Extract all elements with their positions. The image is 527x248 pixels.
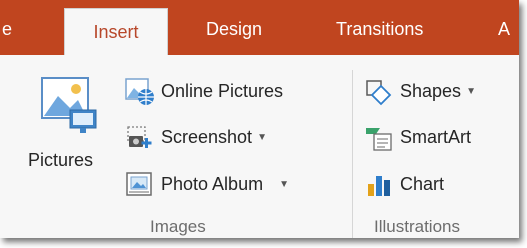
smartart-button[interactable]: SmartArt: [364, 122, 471, 152]
screenshot-button[interactable]: Screenshot ▼: [125, 122, 267, 152]
chart-button[interactable]: Chart: [364, 169, 444, 199]
illustrations-group-label: Illustrations: [374, 217, 460, 236]
screenshot-dropdown-icon[interactable]: ▼: [257, 132, 267, 143]
shapes-icon: [366, 80, 392, 106]
photo-album-label: Photo Album: [161, 173, 264, 194]
tab-home[interactable]: e: [2, 0, 12, 55]
tab-transitions[interactable]: Transitions: [336, 0, 423, 55]
pictures-label: Pictures: [28, 150, 94, 170]
photo-album-icon: [126, 172, 152, 196]
screenshot-icon: [127, 126, 152, 148]
photo-album-dropdown-icon[interactable]: ▼: [279, 179, 289, 190]
photo-album-button[interactable]: Photo Album ▼: [125, 169, 289, 199]
pictures-icon: [41, 77, 97, 133]
shapes-button[interactable]: Shapes ▼: [364, 76, 476, 106]
smartart-label: SmartArt: [400, 126, 472, 147]
tab-bar: e Insert Design Transitions A: [0, 0, 519, 58]
online-pictures-label: Online Pictures: [161, 80, 284, 101]
ribbon-window: e Insert Design Transitions A Pictures O…: [0, 0, 519, 238]
tab-animations[interactable]: A: [498, 0, 510, 55]
chart-label: Chart: [400, 173, 445, 194]
tab-insert[interactable]: Insert: [64, 8, 168, 58]
online-pictures-icon: [125, 78, 154, 105]
shapes-dropdown-icon[interactable]: ▼: [466, 86, 476, 97]
screenshot-label: Screenshot: [161, 126, 253, 147]
tab-design[interactable]: Design: [206, 0, 262, 55]
shapes-label: Shapes: [400, 80, 462, 101]
smartart-icon: [366, 128, 392, 151]
online-pictures-button[interactable]: Online Pictures: [125, 76, 283, 106]
chart-icon: [368, 176, 390, 196]
pictures-button[interactable]: Pictures: [28, 74, 120, 182]
images-group-label: Images: [150, 217, 206, 236]
group-separator: [352, 70, 353, 238]
